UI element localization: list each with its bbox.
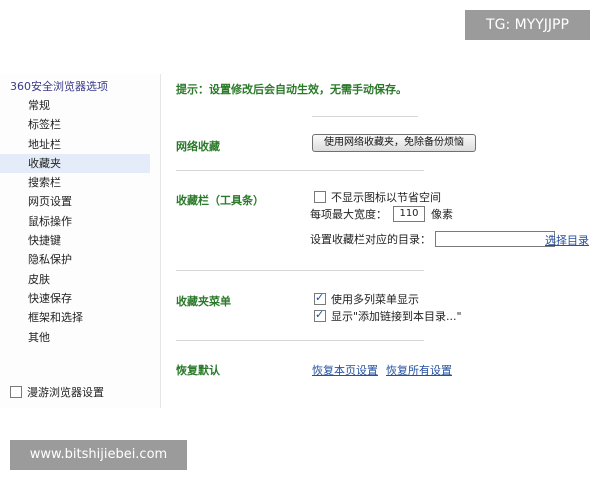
divider (176, 340, 424, 341)
sidebar-item-other[interactable]: 其他 (0, 328, 150, 347)
restore-all-link[interactable]: 恢复所有设置 (386, 362, 452, 378)
sidebar-item-address-bar[interactable]: 地址栏 (0, 135, 150, 154)
watermark: www.bitshijiebei.com (10, 440, 187, 470)
restore-label: 恢复默认 (176, 364, 220, 377)
divider (312, 116, 418, 117)
sidebar-item-privacy[interactable]: 隐私保护 (0, 250, 150, 269)
dir-input[interactable] (435, 231, 555, 247)
sidebar-item-general[interactable]: 常规 (0, 96, 150, 115)
multi-col-option[interactable]: 使用多列菜单显示 (314, 291, 419, 307)
sidebar-item-quick-save[interactable]: 快速保存 (0, 289, 150, 308)
tg-badge: TG: MYYJJPP (465, 10, 590, 40)
multi-col-label: 使用多列菜单显示 (331, 293, 419, 306)
sidebar-item-mouse[interactable]: 鼠标操作 (0, 212, 150, 231)
net-fav-label: 网络收藏 (176, 140, 220, 153)
hide-icon-label: 不显示图标以节省空间 (331, 191, 441, 204)
sidebar-item-skin[interactable]: 皮肤 (0, 270, 150, 289)
sidebar-title: 360安全浏览器选项 (10, 80, 108, 93)
divider (176, 270, 424, 271)
max-width-input[interactable]: 110 (393, 206, 425, 222)
choose-dir-link[interactable]: 选择目录 (545, 232, 589, 248)
fav-menu-label: 收藏夹菜单 (176, 295, 231, 308)
options-sidebar: 360安全浏览器选项 常规 标签栏 地址栏 收藏夹 搜索栏 网页设置 鼠标操作 … (0, 74, 161, 408)
sidebar-item-shortcuts[interactable]: 快捷键 (0, 231, 150, 250)
add-link-option[interactable]: 显示"添加链接到本目录..." (314, 308, 462, 324)
sidebar-item-web-settings[interactable]: 网页设置 (0, 192, 150, 211)
hide-icon-checkbox[interactable] (314, 191, 326, 203)
divider (176, 170, 424, 171)
sidebar-item-frames[interactable]: 框架和选择 (0, 308, 150, 327)
max-width-row: 每项最大宽度： 110 像素 (310, 206, 453, 222)
use-net-favorites-button[interactable]: 使用网络收藏夹，免除备份烦恼 (312, 134, 476, 152)
max-width-label: 每项最大宽度： (310, 208, 387, 221)
multi-col-checkbox[interactable] (314, 291, 326, 305)
sync-settings-option[interactable]: 漫游浏览器设置 (10, 384, 104, 400)
restore-page-link[interactable]: 恢复本页设置 (312, 362, 378, 378)
dir-row: 设置收藏栏对应的目录： (310, 231, 555, 247)
fav-bar-label: 收藏栏（工具条） (176, 194, 264, 207)
dir-label: 设置收藏栏对应的目录： (310, 233, 431, 246)
max-width-unit: 像素 (431, 208, 453, 221)
tip-text: 提示：设置修改后会自动生效，无需手动保存。 (176, 83, 407, 96)
sidebar-item-search-bar[interactable]: 搜索栏 (0, 173, 150, 192)
hide-icon-option[interactable]: 不显示图标以节省空间 (314, 189, 441, 205)
add-link-checkbox[interactable] (314, 308, 326, 322)
sidebar-nav: 常规 标签栏 地址栏 收藏夹 搜索栏 网页设置 鼠标操作 快捷键 隐私保护 皮肤… (0, 96, 150, 347)
sidebar-item-tab-bar[interactable]: 标签栏 (0, 115, 150, 134)
sidebar-item-favorites[interactable]: 收藏夹 (0, 153, 150, 174)
add-link-label: 显示"添加链接到本目录..." (331, 310, 462, 323)
sync-settings-checkbox[interactable] (10, 386, 22, 398)
sync-settings-label: 漫游浏览器设置 (27, 386, 104, 399)
